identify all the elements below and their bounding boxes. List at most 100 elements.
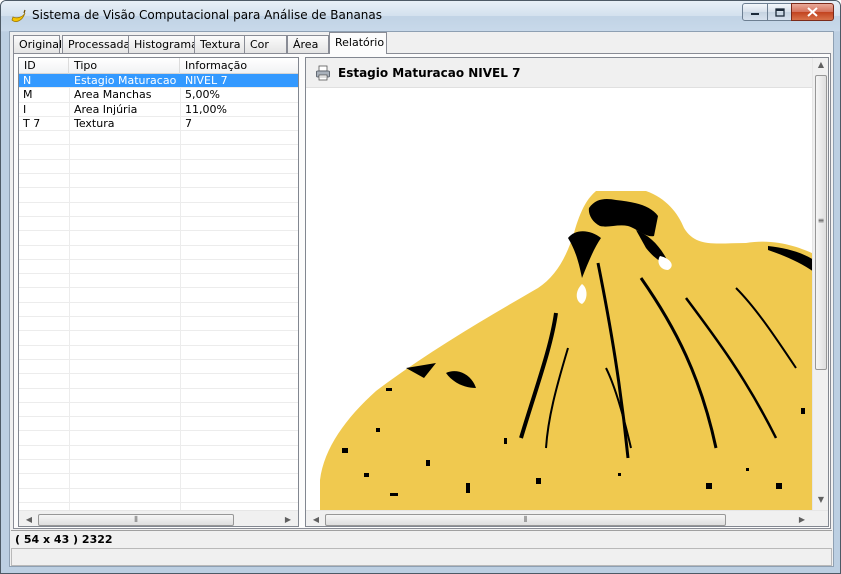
dark-spot	[390, 493, 398, 496]
dark-spot	[376, 428, 380, 432]
scroll-thumb[interactable]: ⦀	[38, 514, 234, 526]
status-bar-secondary	[11, 548, 832, 566]
cell-id: I	[23, 102, 27, 116]
cell-tipo: Estagio Maturacao	[74, 74, 177, 87]
table-row	[19, 331, 298, 346]
cell-info: 11,00%	[185, 102, 227, 116]
dark-spot	[364, 473, 369, 477]
dark-spot	[536, 478, 541, 484]
report-title: Estagio Maturacao NIVEL 7	[338, 66, 521, 80]
maximize-button[interactable]	[767, 3, 792, 21]
table-row	[19, 374, 298, 389]
table-row	[19, 446, 298, 461]
banana-bunch-image	[320, 191, 814, 510]
minimize-icon	[751, 13, 759, 15]
scroll-down-icon[interactable]: ▼	[816, 495, 826, 507]
scroll-left-icon[interactable]: ◀	[23, 514, 35, 526]
dark-spot	[426, 460, 430, 466]
scroll-right-icon[interactable]: ▶	[282, 514, 294, 526]
table-row[interactable]: M Area Manchas 5,00%	[19, 88, 298, 103]
dark-spot	[342, 448, 348, 453]
scroll-left-icon[interactable]: ◀	[310, 514, 322, 526]
report-horizontal-scrollbar[interactable]: ◀ ⦀ ▶	[306, 510, 828, 526]
window-title: Sistema de Visão Computacional para Anál…	[32, 8, 383, 22]
minimize-button[interactable]	[742, 3, 768, 21]
dark-spot	[386, 388, 392, 391]
tab-histograma[interactable]: Histograma	[128, 35, 198, 54]
table-row	[19, 303, 298, 318]
column-header-informacao[interactable]: Informação	[180, 58, 298, 74]
cell-id: N	[23, 74, 32, 87]
table-row	[19, 174, 298, 189]
scroll-thumb[interactable]: ≡	[815, 75, 827, 370]
report-panel: Estagio Maturacao NIVEL 7 ▲ ≡ ▼ ◀ ⦀ ▶	[305, 57, 829, 527]
table-row	[19, 317, 298, 332]
table-row	[19, 160, 298, 175]
column-header-id[interactable]: ID	[19, 58, 69, 74]
close-button[interactable]	[791, 3, 834, 21]
table-row	[19, 231, 298, 246]
table-row	[19, 188, 298, 203]
cell-tipo: Area Injúria	[74, 102, 138, 116]
title-bar[interactable]: Sistema de Visão Computacional para Anál…	[1, 1, 840, 31]
cell-info: 7	[185, 116, 192, 130]
list-rows: N Estagio Maturacao NIVEL 7 M Area Manch…	[19, 74, 298, 503]
table-row	[19, 288, 298, 303]
dark-spot	[504, 438, 507, 444]
tab-strip: Original Processada Histograma Textura C…	[13, 32, 833, 54]
scroll-right-icon[interactable]: ▶	[796, 514, 808, 526]
tab-area[interactable]: Área	[287, 35, 329, 54]
dark-spot	[466, 483, 470, 493]
report-header: Estagio Maturacao NIVEL 7	[306, 58, 814, 88]
close-icon	[807, 7, 818, 17]
table-row	[19, 460, 298, 475]
app-window: Sistema de Visão Computacional para Anál…	[0, 0, 841, 574]
dark-spot	[801, 408, 805, 414]
list-horizontal-scrollbar[interactable]: ◀ ⦀ ▶	[19, 510, 298, 526]
dark-spot	[776, 483, 782, 489]
tab-relatorio[interactable]: Relatório	[329, 32, 387, 54]
results-list[interactable]: ID Tipo Informação N Estagio Maturacao N…	[18, 57, 299, 527]
table-row	[19, 145, 298, 160]
table-row	[19, 260, 298, 275]
banana-icon	[11, 9, 26, 22]
dark-spot	[746, 468, 749, 471]
table-row[interactable]: T 7 Textura 7	[19, 116, 298, 132]
table-row	[19, 346, 298, 360]
client-area: Original Processada Histograma Textura C…	[9, 31, 834, 567]
table-row	[19, 431, 298, 446]
dark-spot	[618, 473, 621, 476]
cell-id: M	[23, 88, 33, 102]
column-header-tipo[interactable]: Tipo	[69, 58, 180, 74]
printer-icon[interactable]	[315, 65, 331, 81]
table-row	[19, 417, 298, 432]
report-vertical-scrollbar[interactable]: ▲ ≡ ▼	[812, 58, 828, 510]
maximize-icon	[774, 7, 785, 17]
tab-processada[interactable]: Processada	[62, 35, 130, 54]
table-row	[19, 489, 298, 503]
report-tab-panel: ID Tipo Informação N Estagio Maturacao N…	[13, 53, 831, 529]
tab-original[interactable]: Original	[13, 35, 62, 54]
table-row	[19, 246, 298, 260]
cell-id: T 7	[23, 116, 41, 130]
cell-info: NIVEL 7	[185, 74, 228, 87]
list-header: ID Tipo Informação	[19, 58, 298, 74]
table-row	[19, 203, 298, 217]
scroll-up-icon[interactable]: ▲	[816, 60, 826, 72]
scroll-thumb[interactable]: ⦀	[325, 514, 726, 526]
status-bar-primary: ( 54 x 43 ) 2322	[11, 530, 832, 547]
table-row[interactable]: I Area Injúria 11,00%	[19, 103, 298, 117]
tab-cor[interactable]: Cor	[244, 35, 287, 54]
table-row	[19, 403, 298, 418]
cell-tipo: Textura	[74, 116, 115, 130]
tab-textura[interactable]: Textura	[194, 35, 245, 54]
banana-segmented-image	[306, 88, 814, 510]
table-row	[19, 131, 298, 146]
dark-spot	[706, 483, 712, 489]
table-row[interactable]: N Estagio Maturacao NIVEL 7	[19, 74, 298, 89]
table-row	[19, 389, 298, 403]
table-row	[19, 274, 298, 289]
table-row	[19, 474, 298, 489]
cell-tipo: Area Manchas	[74, 88, 152, 102]
table-row	[19, 217, 298, 232]
